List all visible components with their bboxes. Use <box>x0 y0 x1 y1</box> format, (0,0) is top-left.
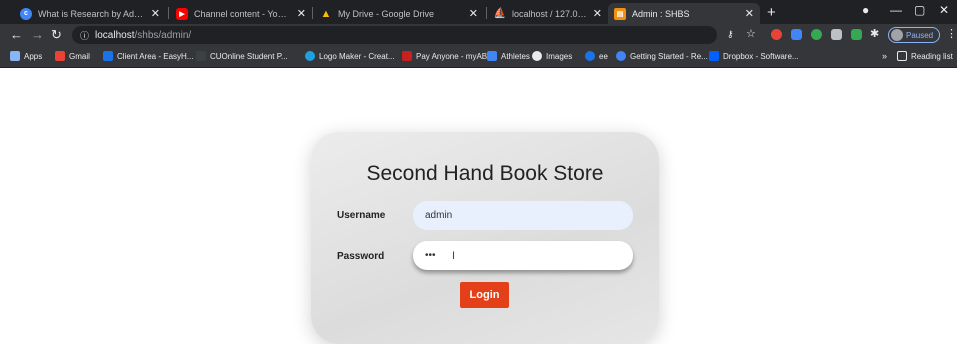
bookmark-icon <box>487 51 497 61</box>
images-icon <box>532 51 542 61</box>
bookmark-label: Getting Started - Re... <box>630 51 708 61</box>
browser-toolbar: ← → ↻ ⓘ localhost/shbs/admin/ ⚷ ☆ ✱ Paus… <box>0 24 957 46</box>
address-bar[interactable]: ⓘ localhost/shbs/admin/ <box>72 26 717 44</box>
puzzle-icon[interactable]: ✱ <box>870 27 879 40</box>
bookmark-icon <box>305 51 315 61</box>
drive-icon: ▲ <box>320 7 332 20</box>
url-host: localhost <box>95 29 135 41</box>
bookmarks-bar: Apps Gmail Client Area - EasyH... CUOnli… <box>0 46 957 68</box>
close-icon[interactable]: ✕ <box>745 7 754 20</box>
bookmark-pay-anyone[interactable]: Pay Anyone - myABL <box>402 51 492 61</box>
bookmark-icon <box>616 51 626 61</box>
menu-dots-icon[interactable]: ⋮ <box>946 27 957 40</box>
bookmark-gmail[interactable]: Gmail <box>55 51 90 61</box>
phpmyadmin-icon: ⛵ <box>493 8 507 19</box>
password-field[interactable] <box>413 241 633 270</box>
tab-title: localhost / 127.0.0.1 / shbs / pro <box>512 8 587 19</box>
site-icon: ▤ <box>614 7 626 20</box>
tab-title: Admin : SHBS <box>632 8 690 19</box>
tab-separator <box>168 7 169 19</box>
tab-research[interactable]: c What is Research by Adeel Ahm ✕ <box>14 3 166 24</box>
info-icon[interactable]: ⓘ <box>80 29 89 42</box>
bookmark-label: Gmail <box>69 51 90 61</box>
back-arrow-icon[interactable]: ← <box>10 27 23 42</box>
tab-strip: c What is Research by Adeel Ahm ✕ ▶ Chan… <box>0 0 957 24</box>
bookmark-apps[interactable]: Apps <box>10 51 42 61</box>
close-window-icon[interactable]: ✕ <box>939 3 949 17</box>
bookmark-ee[interactable]: ee <box>585 51 608 61</box>
bookmark-icon <box>196 51 206 61</box>
youtube-icon: ▶ <box>176 7 188 20</box>
bookmark-dropbox[interactable]: Dropbox - Software... <box>709 51 799 61</box>
reading-list-icon <box>897 51 907 61</box>
bookmark-images[interactable]: Images <box>532 51 572 61</box>
reload-icon[interactable]: ↻ <box>51 27 62 43</box>
reading-list-button[interactable]: Reading list <box>897 51 953 61</box>
apps-grid-icon <box>10 51 20 61</box>
bookmark-label: Images <box>546 51 573 61</box>
password-label: Password <box>337 251 385 262</box>
bookmark-label: Athletes <box>501 51 530 61</box>
close-icon[interactable]: ✕ <box>151 7 160 20</box>
bookmark-label: ee <box>599 51 608 61</box>
globe-icon: c <box>20 7 32 20</box>
minimize-icon[interactable]: — <box>890 3 902 17</box>
record-icon[interactable]: ● <box>862 3 869 17</box>
key-icon[interactable]: ⚷ <box>727 29 734 40</box>
chevron-right-icon: » <box>882 51 888 61</box>
maximize-icon[interactable]: ▢ <box>914 3 925 17</box>
extension-icon[interactable] <box>771 29 782 40</box>
close-icon[interactable]: ✕ <box>469 7 478 20</box>
gmail-icon <box>55 51 65 61</box>
bookmark-icon <box>402 51 412 61</box>
tab-youtube-studio[interactable]: ▶ Channel content - YouTube Stud ✕ <box>170 3 312 24</box>
extension-icon[interactable] <box>851 29 862 40</box>
bookmark-getting-started[interactable]: Getting Started - Re... <box>616 51 708 61</box>
reading-list-label: Reading list <box>911 51 953 61</box>
page-title: Second Hand Book Store <box>366 162 604 185</box>
text-cursor-icon: I <box>452 250 456 262</box>
tab-separator <box>312 7 313 19</box>
bookmark-label: Apps <box>24 51 43 61</box>
tab-google-drive[interactable]: ▲ My Drive - Google Drive ✕ <box>314 3 484 24</box>
tab-phpmyadmin[interactable]: ⛵ localhost / 127.0.0.1 / shbs / pro ✕ <box>488 3 608 24</box>
tab-admin-shbs[interactable]: ▤ Admin : SHBS ✕ <box>608 3 760 24</box>
tab-title: My Drive - Google Drive <box>338 8 435 19</box>
bookmarks-overflow[interactable]: » <box>882 51 887 61</box>
plus-icon[interactable]: + <box>767 4 776 21</box>
bookmark-label: Pay Anyone - myABL <box>416 51 492 61</box>
bookmark-label: Logo Maker - Creat... <box>319 51 395 61</box>
shield-icon[interactable] <box>831 29 842 40</box>
profile-button[interactable]: Paused <box>888 27 940 43</box>
login-card: Second Hand Book Store <box>311 132 659 344</box>
tab-title: What is Research by Adeel Ahm <box>38 8 145 19</box>
bookmark-cuonline[interactable]: CUOnline Student P... <box>196 51 288 61</box>
bookmark-logo-maker[interactable]: Logo Maker - Creat... <box>305 51 395 61</box>
bookmark-label: Client Area - EasyH... <box>117 51 194 61</box>
extension-icon[interactable] <box>791 29 802 40</box>
tab-title: Channel content - YouTube Stud <box>194 8 291 19</box>
bookmark-icon <box>103 51 113 61</box>
extension-icon[interactable] <box>811 29 822 40</box>
bookmark-label: CUOnline Student P... <box>210 51 288 61</box>
star-icon[interactable]: ☆ <box>746 27 756 40</box>
bookmark-athletes[interactable]: Athletes <box>487 51 530 61</box>
bookmark-label: Dropbox - Software... <box>723 51 799 61</box>
username-field[interactable] <box>413 201 633 230</box>
username-label: Username <box>337 210 386 221</box>
close-icon[interactable]: ✕ <box>593 7 602 20</box>
profile-status: Paused <box>906 30 934 40</box>
avatar <box>891 29 903 41</box>
tab-separator <box>486 7 487 19</box>
close-icon[interactable]: ✕ <box>297 7 306 20</box>
login-button[interactable]: Login <box>460 282 509 308</box>
bookmark-icon <box>585 51 595 61</box>
dropbox-icon <box>709 51 719 61</box>
forward-arrow-icon[interactable]: → <box>31 27 44 42</box>
url-path: /shbs/admin/ <box>134 29 192 41</box>
bookmark-client-area[interactable]: Client Area - EasyH... <box>103 51 193 61</box>
